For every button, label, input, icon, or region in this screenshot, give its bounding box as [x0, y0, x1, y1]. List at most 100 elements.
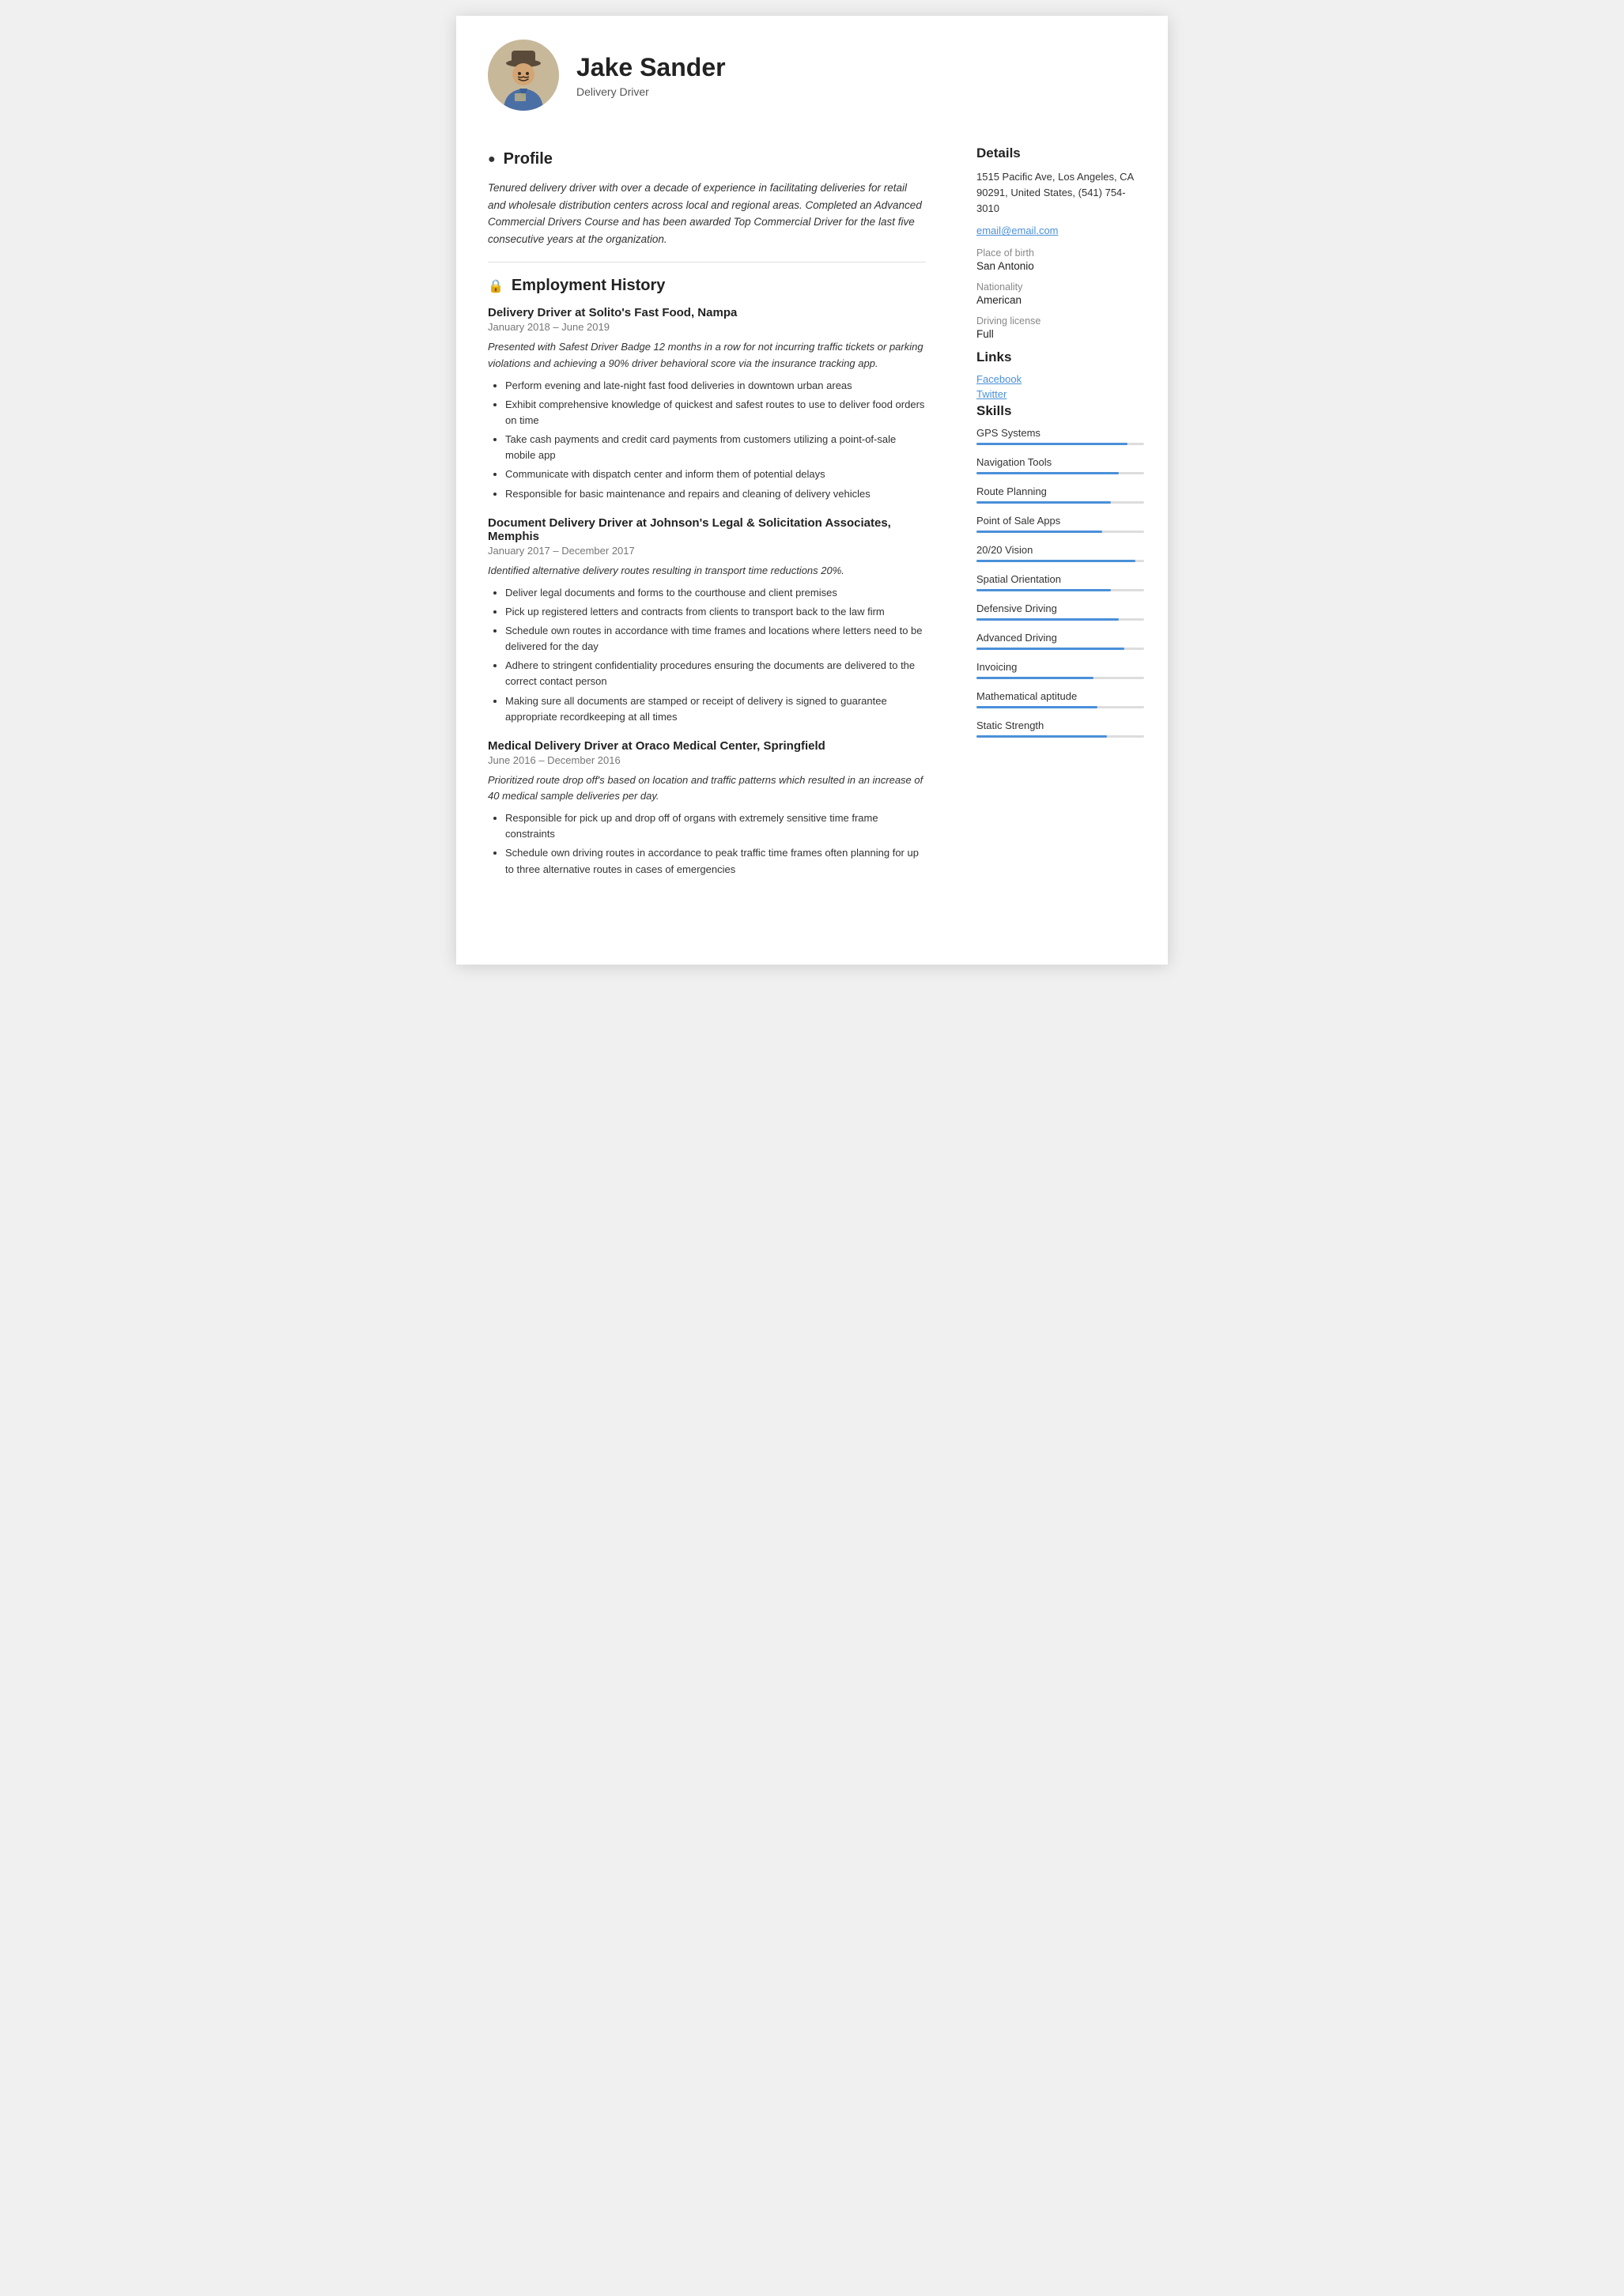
skill-name: Invoicing — [976, 661, 1144, 673]
detail-email[interactable]: email@email.com — [976, 225, 1144, 236]
skill-name: 20/20 Vision — [976, 544, 1144, 556]
profile-section: ● Profile Tenured delivery driver with o… — [488, 150, 926, 247]
skill-static-strength: Static Strength — [976, 719, 1144, 738]
skill-bar-fill — [976, 501, 1111, 504]
job-dates-2: January 2017 – December 2017 — [488, 545, 926, 557]
details-heading: Details — [976, 145, 1144, 161]
driving-license-label: Driving license — [976, 315, 1144, 327]
bullet-item: Exhibit comprehensive knowledge of quick… — [505, 397, 926, 429]
profile-heading: ● Profile — [488, 150, 926, 168]
left-column: ● Profile Tenured delivery driver with o… — [456, 127, 954, 965]
skill-bar-fill — [976, 560, 1135, 562]
pob-value: San Antonio — [976, 260, 1144, 272]
header-section: Jake Sander Delivery Driver — [456, 16, 1168, 127]
avatar — [488, 40, 559, 111]
skill-name: Defensive Driving — [976, 602, 1144, 614]
skill-name: GPS Systems — [976, 427, 1144, 439]
skill-bar-fill — [976, 443, 1127, 445]
profile-text: Tenured delivery driver with over a deca… — [488, 179, 926, 247]
bullet-item: Responsible for pick up and drop off of … — [505, 810, 926, 842]
job-title-3: Medical Delivery Driver at Oraco Medical… — [488, 739, 926, 753]
job-title-2: Document Delivery Driver at Johnson's Le… — [488, 516, 926, 543]
job-summary-1: Presented with Safest Driver Badge 12 mo… — [488, 339, 926, 371]
skill-gps-systems: GPS Systems — [976, 427, 1144, 445]
job-dates-1: January 2018 – June 2019 — [488, 321, 926, 333]
skill-bar-bg — [976, 618, 1144, 621]
skill-bar-fill — [976, 618, 1119, 621]
skill-bar-fill — [976, 589, 1111, 591]
skill-name: Route Planning — [976, 485, 1144, 497]
bullet-item: Adhere to stringent confidentiality proc… — [505, 658, 926, 689]
skill-bar-bg — [976, 677, 1144, 679]
resume-container: Jake Sander Delivery Driver ● Profile Te… — [456, 16, 1168, 965]
skill-bar-fill — [976, 706, 1097, 708]
skill-bar-bg — [976, 560, 1144, 562]
bullet-item: Making sure all documents are stamped or… — [505, 693, 926, 725]
nationality-label: Nationality — [976, 281, 1144, 293]
candidate-title: Delivery Driver — [576, 85, 726, 98]
skill-advanced-driving: Advanced Driving — [976, 632, 1144, 650]
job-bullets-1: Perform evening and late-night fast food… — [488, 378, 926, 502]
skill-name: Static Strength — [976, 719, 1144, 731]
nationality-value: American — [976, 294, 1144, 306]
skill-bar-bg — [976, 706, 1144, 708]
skills-heading: Skills — [976, 403, 1144, 419]
skill-bar-fill — [976, 648, 1124, 650]
job-dates-3: June 2016 – December 2016 — [488, 754, 926, 766]
right-column: Details 1515 Pacific Ave, Los Angeles, C… — [954, 127, 1168, 965]
bullet-item: Communicate with dispatch center and inf… — [505, 466, 926, 482]
skill-vision: 20/20 Vision — [976, 544, 1144, 562]
job-entry-2: Document Delivery Driver at Johnson's Le… — [488, 516, 926, 725]
skill-navigation-tools: Navigation Tools — [976, 456, 1144, 474]
skill-bar-bg — [976, 531, 1144, 533]
skill-invoicing: Invoicing — [976, 661, 1144, 679]
job-bullets-3: Responsible for pick up and drop off of … — [488, 810, 926, 878]
bullet-item: Take cash payments and credit card payme… — [505, 432, 926, 463]
skill-name: Advanced Driving — [976, 632, 1144, 644]
job-bullets-2: Deliver legal documents and forms to the… — [488, 585, 926, 725]
job-summary-2: Identified alternative delivery routes r… — [488, 563, 926, 579]
skill-bar-fill — [976, 677, 1093, 679]
link-twitter[interactable]: Twitter — [976, 388, 1144, 400]
skill-route-planning: Route Planning — [976, 485, 1144, 504]
profile-icon: ● — [488, 153, 496, 167]
bullet-item: Schedule own routes in accordance with t… — [505, 623, 926, 655]
skill-bar-fill — [976, 735, 1107, 738]
links-section: Links Facebook Twitter — [976, 349, 1144, 400]
detail-address: 1515 Pacific Ave, Los Angeles, CA 90291,… — [976, 169, 1144, 217]
details-section: Details 1515 Pacific Ave, Los Angeles, C… — [976, 145, 1144, 340]
skill-defensive-driving: Defensive Driving — [976, 602, 1144, 621]
header-info: Jake Sander Delivery Driver — [576, 53, 726, 98]
bullet-item: Deliver legal documents and forms to the… — [505, 585, 926, 601]
skill-name: Mathematical aptitude — [976, 690, 1144, 702]
skill-bar-bg — [976, 589, 1144, 591]
bullet-item: Responsible for basic maintenance and re… — [505, 486, 926, 502]
skill-name: Point of Sale Apps — [976, 515, 1144, 527]
job-title-1: Delivery Driver at Solito's Fast Food, N… — [488, 306, 926, 319]
skill-bar-bg — [976, 472, 1144, 474]
bullet-item: Schedule own driving routes in accordanc… — [505, 845, 926, 877]
link-facebook[interactable]: Facebook — [976, 373, 1144, 385]
pob-label: Place of birth — [976, 247, 1144, 259]
skill-point-of-sale: Point of Sale Apps — [976, 515, 1144, 533]
skill-name: Spatial Orientation — [976, 573, 1144, 585]
skill-name: Navigation Tools — [976, 456, 1144, 468]
skill-bar-fill — [976, 531, 1102, 533]
employment-section: 🔒 Employment History Delivery Driver at … — [488, 277, 926, 877]
job-entry-3: Medical Delivery Driver at Oraco Medical… — [488, 739, 926, 878]
skills-section: Skills GPS Systems Navigation Tools Rout… — [976, 403, 1144, 738]
driving-license-value: Full — [976, 328, 1144, 340]
skill-bar-bg — [976, 735, 1144, 738]
employment-icon: 🔒 — [488, 278, 504, 294]
skill-bar-bg — [976, 648, 1144, 650]
employment-heading: 🔒 Employment History — [488, 277, 926, 295]
skill-bar-fill — [976, 472, 1119, 474]
skill-bar-bg — [976, 443, 1144, 445]
skill-bar-bg — [976, 501, 1144, 504]
bullet-item: Perform evening and late-night fast food… — [505, 378, 926, 394]
job-summary-3: Prioritized route drop off's based on lo… — [488, 772, 926, 804]
links-heading: Links — [976, 349, 1144, 365]
main-content: ● Profile Tenured delivery driver with o… — [456, 127, 1168, 965]
skill-math-aptitude: Mathematical aptitude — [976, 690, 1144, 708]
job-entry-1: Delivery Driver at Solito's Fast Food, N… — [488, 306, 926, 501]
